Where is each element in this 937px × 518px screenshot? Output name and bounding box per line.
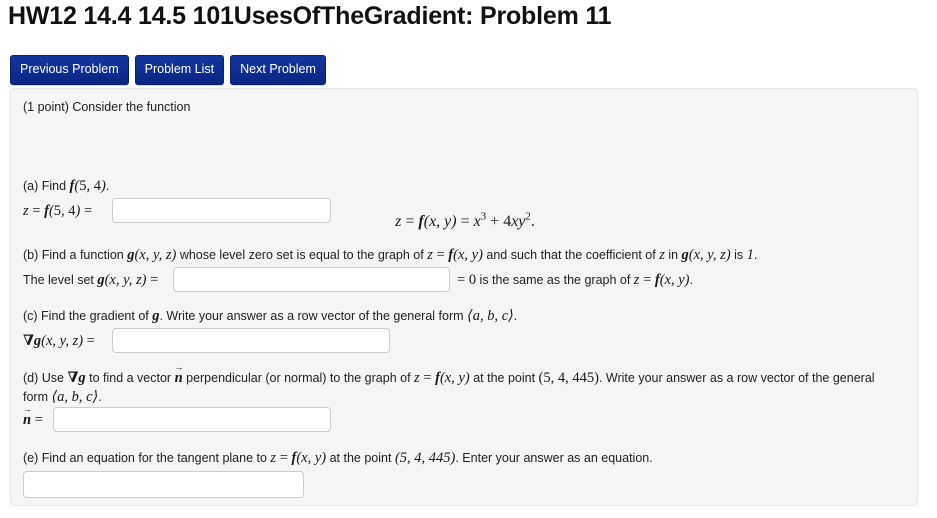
part-b-answer-label-right: = 0 is the same as the graph of z = f(x,… bbox=[457, 271, 693, 291]
part-c-seg3: . bbox=[513, 309, 518, 323]
part-b-prompt: (b) Find a function g(x, y, z) whose lev… bbox=[23, 246, 913, 266]
points-and-intro-text: (1 point) Consider the function bbox=[23, 100, 191, 114]
part-d-seg2: to find a vector bbox=[85, 371, 175, 385]
problem-list-button[interactable]: Problem List bbox=[134, 55, 225, 85]
part-e-seg1: (e) Find an equation for the tangent pla… bbox=[23, 451, 271, 465]
part-e-prompt: (e) Find an equation for the tangent pla… bbox=[23, 449, 913, 469]
part-d-prompt-line2: form ⟨a, b, c⟩. bbox=[23, 388, 102, 408]
part-b-line2-post: . bbox=[689, 273, 693, 287]
part-b-seg6: . bbox=[753, 248, 758, 262]
part-c-answer-input[interactable] bbox=[112, 328, 390, 353]
part-d-line2-seg1: form bbox=[23, 390, 52, 404]
part-d-seg3: perpendicular (or normal) to the graph o… bbox=[182, 371, 415, 385]
previous-problem-button[interactable]: Previous Problem bbox=[10, 55, 129, 85]
next-problem-button[interactable]: Next Problem bbox=[230, 55, 326, 85]
part-a-answer-math: z = f(5, 4) = bbox=[23, 203, 93, 219]
part-e-math1: z = f(x, y) bbox=[270, 450, 327, 466]
page-title: HW12 14.4 14.5 101UsesOfTheGradient: Pro… bbox=[8, 2, 612, 30]
part-d-answer-input[interactable] bbox=[53, 407, 331, 432]
part-c-answer-math: ∇g(x, y, z) = bbox=[23, 333, 95, 349]
part-c-seg2: . Write your answer as a row vector of t… bbox=[159, 309, 468, 323]
part-d-seg4: at the point bbox=[469, 371, 539, 385]
part-b-seg4: in bbox=[664, 248, 682, 262]
part-c-prompt: (c) Find the gradient of g. Write your a… bbox=[23, 307, 913, 327]
part-c-math2: ⟨a, b, c⟩ bbox=[467, 308, 514, 324]
display-equation-math: z = f(x, y) = x3 + 4xy2. bbox=[395, 211, 535, 231]
part-a-prompt: (a) Find f(5, 4). bbox=[23, 177, 109, 197]
part-b-math2: z = f(x, y) bbox=[427, 247, 483, 263]
part-e-seg2: at the point bbox=[326, 451, 395, 465]
part-b-answer-input[interactable] bbox=[173, 267, 450, 292]
part-b-seg3: and such that the coefficient of bbox=[482, 248, 660, 262]
part-b-answer-label-left: The level set g(x, y, z) = The level set… bbox=[23, 271, 158, 291]
part-b-math4: g(x, y, z) bbox=[681, 247, 731, 263]
problem-panel: (1 point) Consider the function z = f(x,… bbox=[10, 88, 918, 506]
part-d-math1: ∇g bbox=[67, 370, 86, 386]
part-d-math4: (5, 4, 445) bbox=[538, 370, 599, 386]
part-b-level-set-text: The level set bbox=[23, 273, 98, 287]
part-c-seg1: (c) Find the gradient of bbox=[23, 309, 153, 323]
part-b-seg1: (b) Find a function bbox=[23, 248, 128, 262]
part-a-answer-label: z = f(5, 4) = z = f(5, 4) = bbox=[23, 202, 92, 222]
part-b-zero-math: = 0 bbox=[457, 272, 477, 288]
part-e-answer-input[interactable] bbox=[23, 471, 304, 498]
part-b-same-as-text: is the same as the graph of bbox=[476, 273, 634, 287]
navigation-bar: Previous Problem Problem List Next Probl… bbox=[10, 55, 326, 85]
part-b-math1: g(x, y, z) bbox=[127, 247, 177, 263]
part-d-seg5: . Write your answer as a row vector of t… bbox=[598, 371, 875, 385]
problem-page: HW12 14.4 14.5 101UsesOfTheGradient: Pro… bbox=[0, 0, 937, 518]
part-d-math3: z = f(x, y) bbox=[414, 370, 470, 386]
part-e-seg3: . Enter your answer as an equation. bbox=[455, 451, 653, 465]
part-d-line2-math1: ⟨a, b, c⟩ bbox=[51, 389, 99, 405]
part-d-answer-math: n = bbox=[23, 405, 43, 428]
part-b-math5: 1 bbox=[746, 247, 754, 263]
part-e-math2: (5, 4, 445) bbox=[394, 450, 456, 466]
part-a-prompt-pre: (a) Find bbox=[23, 179, 70, 193]
part-a-answer-input[interactable] bbox=[112, 198, 331, 223]
part-b-level-set-math: g(x, y, z) = bbox=[97, 272, 159, 288]
part-d-math2: n bbox=[175, 363, 183, 386]
part-d-prompt-line1: (d) Use ∇g to find a vector n perpendicu… bbox=[23, 363, 913, 389]
part-b-graph-math: z = f(x, y) bbox=[633, 272, 690, 288]
part-d-answer-label: n = n⃗ = bbox=[23, 405, 43, 431]
part-b-seg5: is bbox=[730, 248, 747, 262]
part-b-seg2: whose level zero set is equal to the gra… bbox=[176, 248, 428, 262]
part-c-answer-label: ∇g(x, y, z) = ∇g(x, y, z) = bbox=[23, 332, 95, 352]
part-d-seg1: (d) Use bbox=[23, 371, 68, 385]
part-d-line2-seg2: . bbox=[98, 390, 102, 404]
part-a-prompt-post: . bbox=[105, 179, 110, 193]
part-a-prompt-math-args: (5, 4) bbox=[74, 178, 106, 194]
